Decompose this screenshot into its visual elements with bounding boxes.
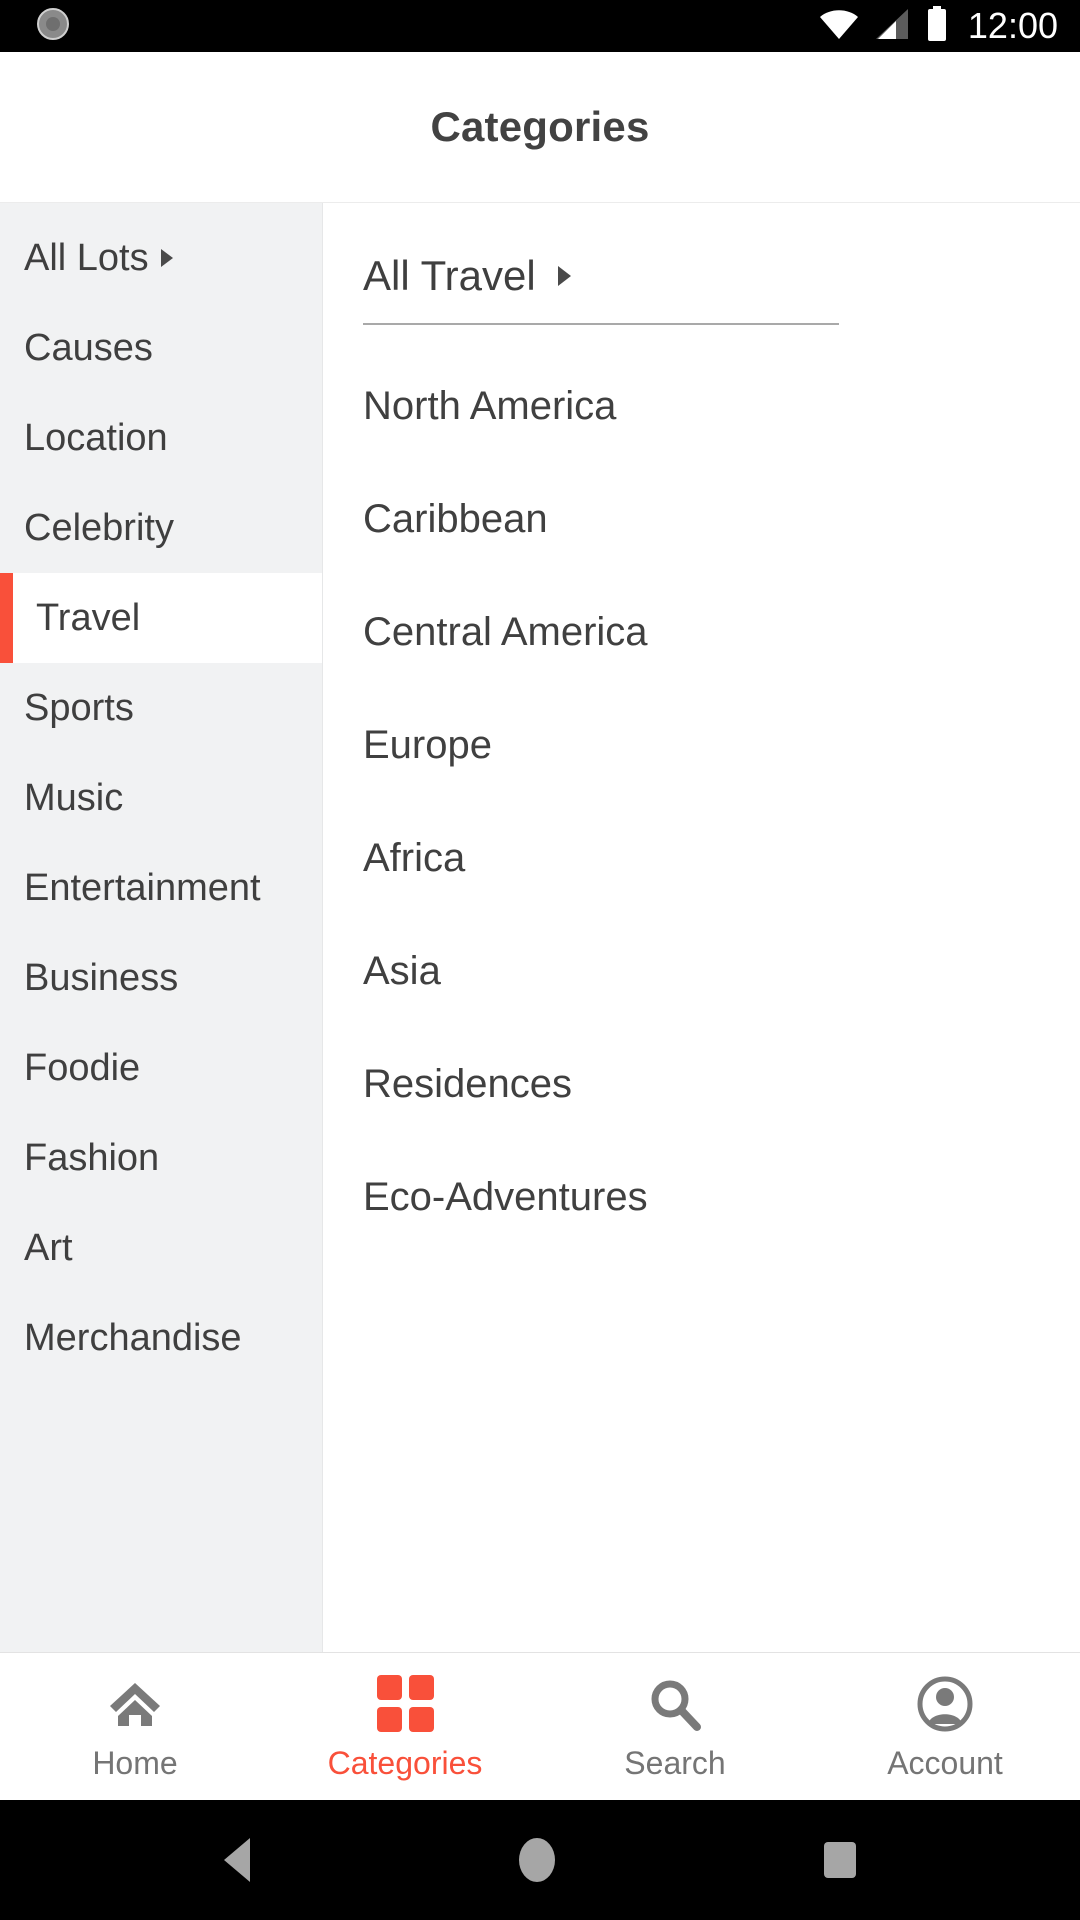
sidebar-item-label: Merchandise — [24, 1317, 242, 1359]
bottom-tab-bar[interactable]: Home Categories Search Account — [0, 1652, 1080, 1800]
tab-label: Account — [887, 1744, 1003, 1781]
tab-home[interactable]: Home — [0, 1675, 270, 1779]
sidebar-item-label: Art — [24, 1227, 73, 1269]
status-bar-clock: 12:00 — [967, 5, 1058, 46]
sidebar-item-label: Entertainment — [24, 867, 261, 909]
sidebar-item-label: Travel — [36, 597, 141, 639]
grid-icon-cell — [376, 1675, 402, 1700]
sidebar-item-label: Location — [24, 417, 168, 459]
sidebar-item-label: Music — [24, 777, 124, 819]
app-badge-icon — [36, 7, 70, 46]
tab-account[interactable]: Account — [810, 1675, 1080, 1779]
tab-categories[interactable]: Categories — [270, 1675, 540, 1779]
subcategory-item-central-america[interactable]: Central America — [363, 575, 1040, 688]
sidebar-item-celebrity[interactable]: Celebrity — [0, 483, 322, 573]
sidebar-item-causes[interactable]: Causes — [0, 303, 322, 393]
grid-icon-cell — [376, 1707, 402, 1732]
battery-icon — [926, 5, 948, 47]
chevron-right-icon — [557, 266, 571, 286]
sidebar-item-fashion[interactable]: Fashion — [0, 1113, 322, 1203]
all-travel-row[interactable]: All Travel — [363, 255, 1040, 323]
sidebar-item-merchandise[interactable]: Merchandise — [0, 1293, 322, 1383]
sidebar-item-label: Foodie — [24, 1047, 141, 1089]
sidebar-item-label: Sports — [24, 687, 134, 729]
android-nav-bar[interactable] — [0, 1800, 1080, 1920]
subcategory-item-label: Eco-Adventures — [363, 1174, 648, 1219]
home-circle-icon[interactable] — [518, 1838, 555, 1882]
sidebar-item-music[interactable]: Music — [0, 753, 322, 843]
app-header: Categories — [0, 52, 1080, 202]
sidebar-item-all-lots[interactable]: All Lots — [0, 213, 322, 303]
wifi-icon — [818, 7, 860, 46]
subcategory-item-eco-adventures[interactable]: Eco-Adventures — [363, 1140, 1040, 1253]
sidebar-item-travel[interactable]: Travel — [0, 573, 322, 663]
subcategory-item-label: North America — [363, 383, 617, 428]
section-divider — [363, 323, 839, 325]
account-icon — [917, 1676, 973, 1731]
subcategory-item-label: Africa — [363, 835, 466, 880]
cellular-signal-icon — [874, 7, 912, 46]
subcategory-panel-inner: All Travel North America Caribbean Central… — [323, 203, 1080, 1253]
tab-label: Search — [624, 1744, 726, 1781]
category-sidebar[interactable]: All Lots Causes Location Celebrity Travel Spo… — [0, 203, 323, 1652]
app-root: 12:00 Categories All Lots Causes Location C… — [0, 0, 1080, 1920]
sidebar-item-label: Business — [24, 957, 179, 999]
grid-icon-cell — [408, 1675, 434, 1700]
page-title: Categories — [430, 103, 650, 150]
sidebar-item-label: Celebrity — [24, 507, 174, 549]
search-icon — [648, 1675, 702, 1733]
sidebar-item-business[interactable]: Business — [0, 933, 322, 1023]
sidebar-item-art[interactable]: Art — [0, 1203, 322, 1293]
grid-icon — [376, 1675, 434, 1732]
subcategory-item-africa[interactable]: Africa — [363, 801, 1040, 914]
status-bar-left — [36, 7, 70, 46]
status-bar-right: 12:00 — [818, 5, 1058, 47]
search-icon — [651, 1680, 701, 1731]
subcategory-item-north-america[interactable]: North America — [363, 349, 1040, 462]
sidebar-item-location[interactable]: Location — [0, 393, 322, 483]
tab-label: Categories — [327, 1744, 483, 1781]
back-icon[interactable] — [224, 1838, 251, 1882]
subcategory-item-label: Central America — [363, 609, 648, 654]
subcategory-item-label: Residences — [363, 1061, 573, 1106]
subcategory-item-caribbean[interactable]: Caribbean — [363, 462, 1040, 575]
grid-icon — [376, 1675, 434, 1733]
sidebar-item-sports[interactable]: Sports — [0, 663, 322, 753]
account-icon — [917, 1675, 973, 1733]
subcategory-item-asia[interactable]: Asia — [363, 914, 1040, 1027]
subcategory-item-residences[interactable]: Residences — [363, 1027, 1040, 1140]
recents-square-icon[interactable] — [823, 1842, 856, 1878]
subcategory-item-label: Caribbean — [363, 496, 548, 541]
sidebar-item-label: Fashion — [24, 1137, 160, 1179]
subcategory-list: North America Caribbean Central America Eur… — [363, 349, 1040, 1253]
home-icon — [107, 1675, 163, 1733]
all-travel-label: All Travel — [363, 252, 536, 299]
sidebar-item-label: All Lots — [24, 237, 149, 279]
subcategory-item-label: Europe — [363, 722, 492, 767]
tab-search[interactable]: Search — [540, 1675, 810, 1779]
subcategory-item-europe[interactable]: Europe — [363, 688, 1040, 801]
sidebar-item-foodie[interactable]: Foodie — [0, 1023, 322, 1113]
status-bar: 12:00 — [0, 0, 1080, 52]
subcategory-item-label: Asia — [363, 948, 441, 993]
home-icon — [110, 1682, 160, 1726]
chevron-right-icon — [160, 249, 173, 267]
subcategory-panel: All Travel North America Caribbean Central… — [323, 203, 1080, 1652]
tab-label: Home — [92, 1744, 178, 1781]
grid-icon-cell — [408, 1707, 434, 1732]
sidebar-item-entertainment[interactable]: Entertainment — [0, 843, 322, 933]
sidebar-item-label: Causes — [24, 327, 153, 369]
main-body: All Lots Causes Location Celebrity Travel Spo… — [0, 202, 1080, 1652]
